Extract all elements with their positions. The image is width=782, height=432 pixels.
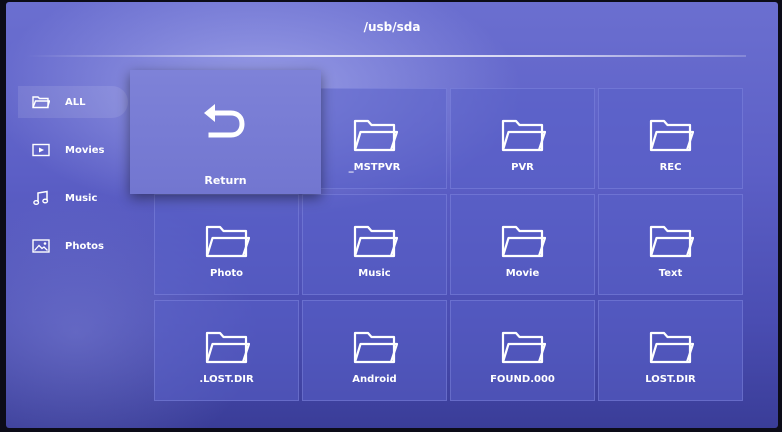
folder-icon (500, 117, 546, 153)
folder-tile[interactable]: REC (598, 88, 743, 189)
sidebar-item-photos[interactable]: Photos (18, 230, 128, 262)
folder-tile[interactable]: Movie (450, 194, 595, 295)
folder-icon (500, 223, 546, 259)
folder-icon (32, 95, 50, 109)
sidebar-item-movies[interactable]: Movies (18, 134, 128, 166)
sidebar-item-all[interactable]: ALL (18, 86, 128, 118)
folder-label: Text (658, 268, 683, 279)
folder-tile[interactable]: LOST.DIR (598, 300, 743, 401)
folder-icon (204, 329, 250, 365)
folder-icon (352, 223, 398, 259)
return-label: Return (204, 174, 247, 187)
folder-tile[interactable]: .LOST.DIR (154, 300, 299, 401)
sidebar: ALL Movies Music Photos (18, 86, 128, 278)
folder-label: PVR (511, 162, 534, 173)
header-divider (26, 55, 746, 57)
folder-label: LOST.DIR (645, 374, 696, 385)
folder-label: FOUND.000 (490, 374, 555, 385)
folder-icon (648, 329, 694, 365)
folder-icon (648, 117, 694, 153)
folder-label: _MSTPVR (348, 162, 401, 173)
folder-label: REC (659, 162, 682, 173)
header-bar: /usb/sda (6, 2, 778, 54)
folder-label: .LOST.DIR (199, 374, 254, 385)
folder-tile[interactable]: Photo (154, 194, 299, 295)
folder-tile[interactable]: PVR (450, 88, 595, 189)
movie-icon (32, 143, 50, 157)
folder-icon (648, 223, 694, 259)
folder-icon (204, 223, 250, 259)
folder-label: Photo (210, 268, 243, 279)
sidebar-item-label: Movies (65, 144, 105, 156)
tv-screen: /usb/sda ALL Movies Music Photos Return … (6, 2, 778, 428)
return-arrow-icon (201, 100, 247, 140)
sidebar-item-label: Music (65, 192, 98, 204)
return-button[interactable]: Return (130, 70, 321, 194)
sidebar-item-label: Photos (65, 240, 104, 252)
folder-label: Android (352, 374, 397, 385)
current-path: /usb/sda (363, 20, 421, 34)
sidebar-item-label: ALL (65, 96, 86, 108)
folder-tile[interactable]: FOUND.000 (450, 300, 595, 401)
folder-tile[interactable]: Android (302, 300, 447, 401)
folder-label: Music (358, 268, 391, 279)
folder-icon (352, 117, 398, 153)
folder-icon (352, 329, 398, 365)
folder-icon (500, 329, 546, 365)
folder-tile[interactable]: _MSTPVR (302, 88, 447, 189)
sidebar-item-music[interactable]: Music (18, 182, 128, 214)
folder-label: Movie (505, 268, 540, 279)
folder-tile[interactable]: Music (302, 194, 447, 295)
folder-tile[interactable]: Text (598, 194, 743, 295)
photo-icon (32, 239, 50, 253)
music-note-icon (32, 190, 50, 205)
